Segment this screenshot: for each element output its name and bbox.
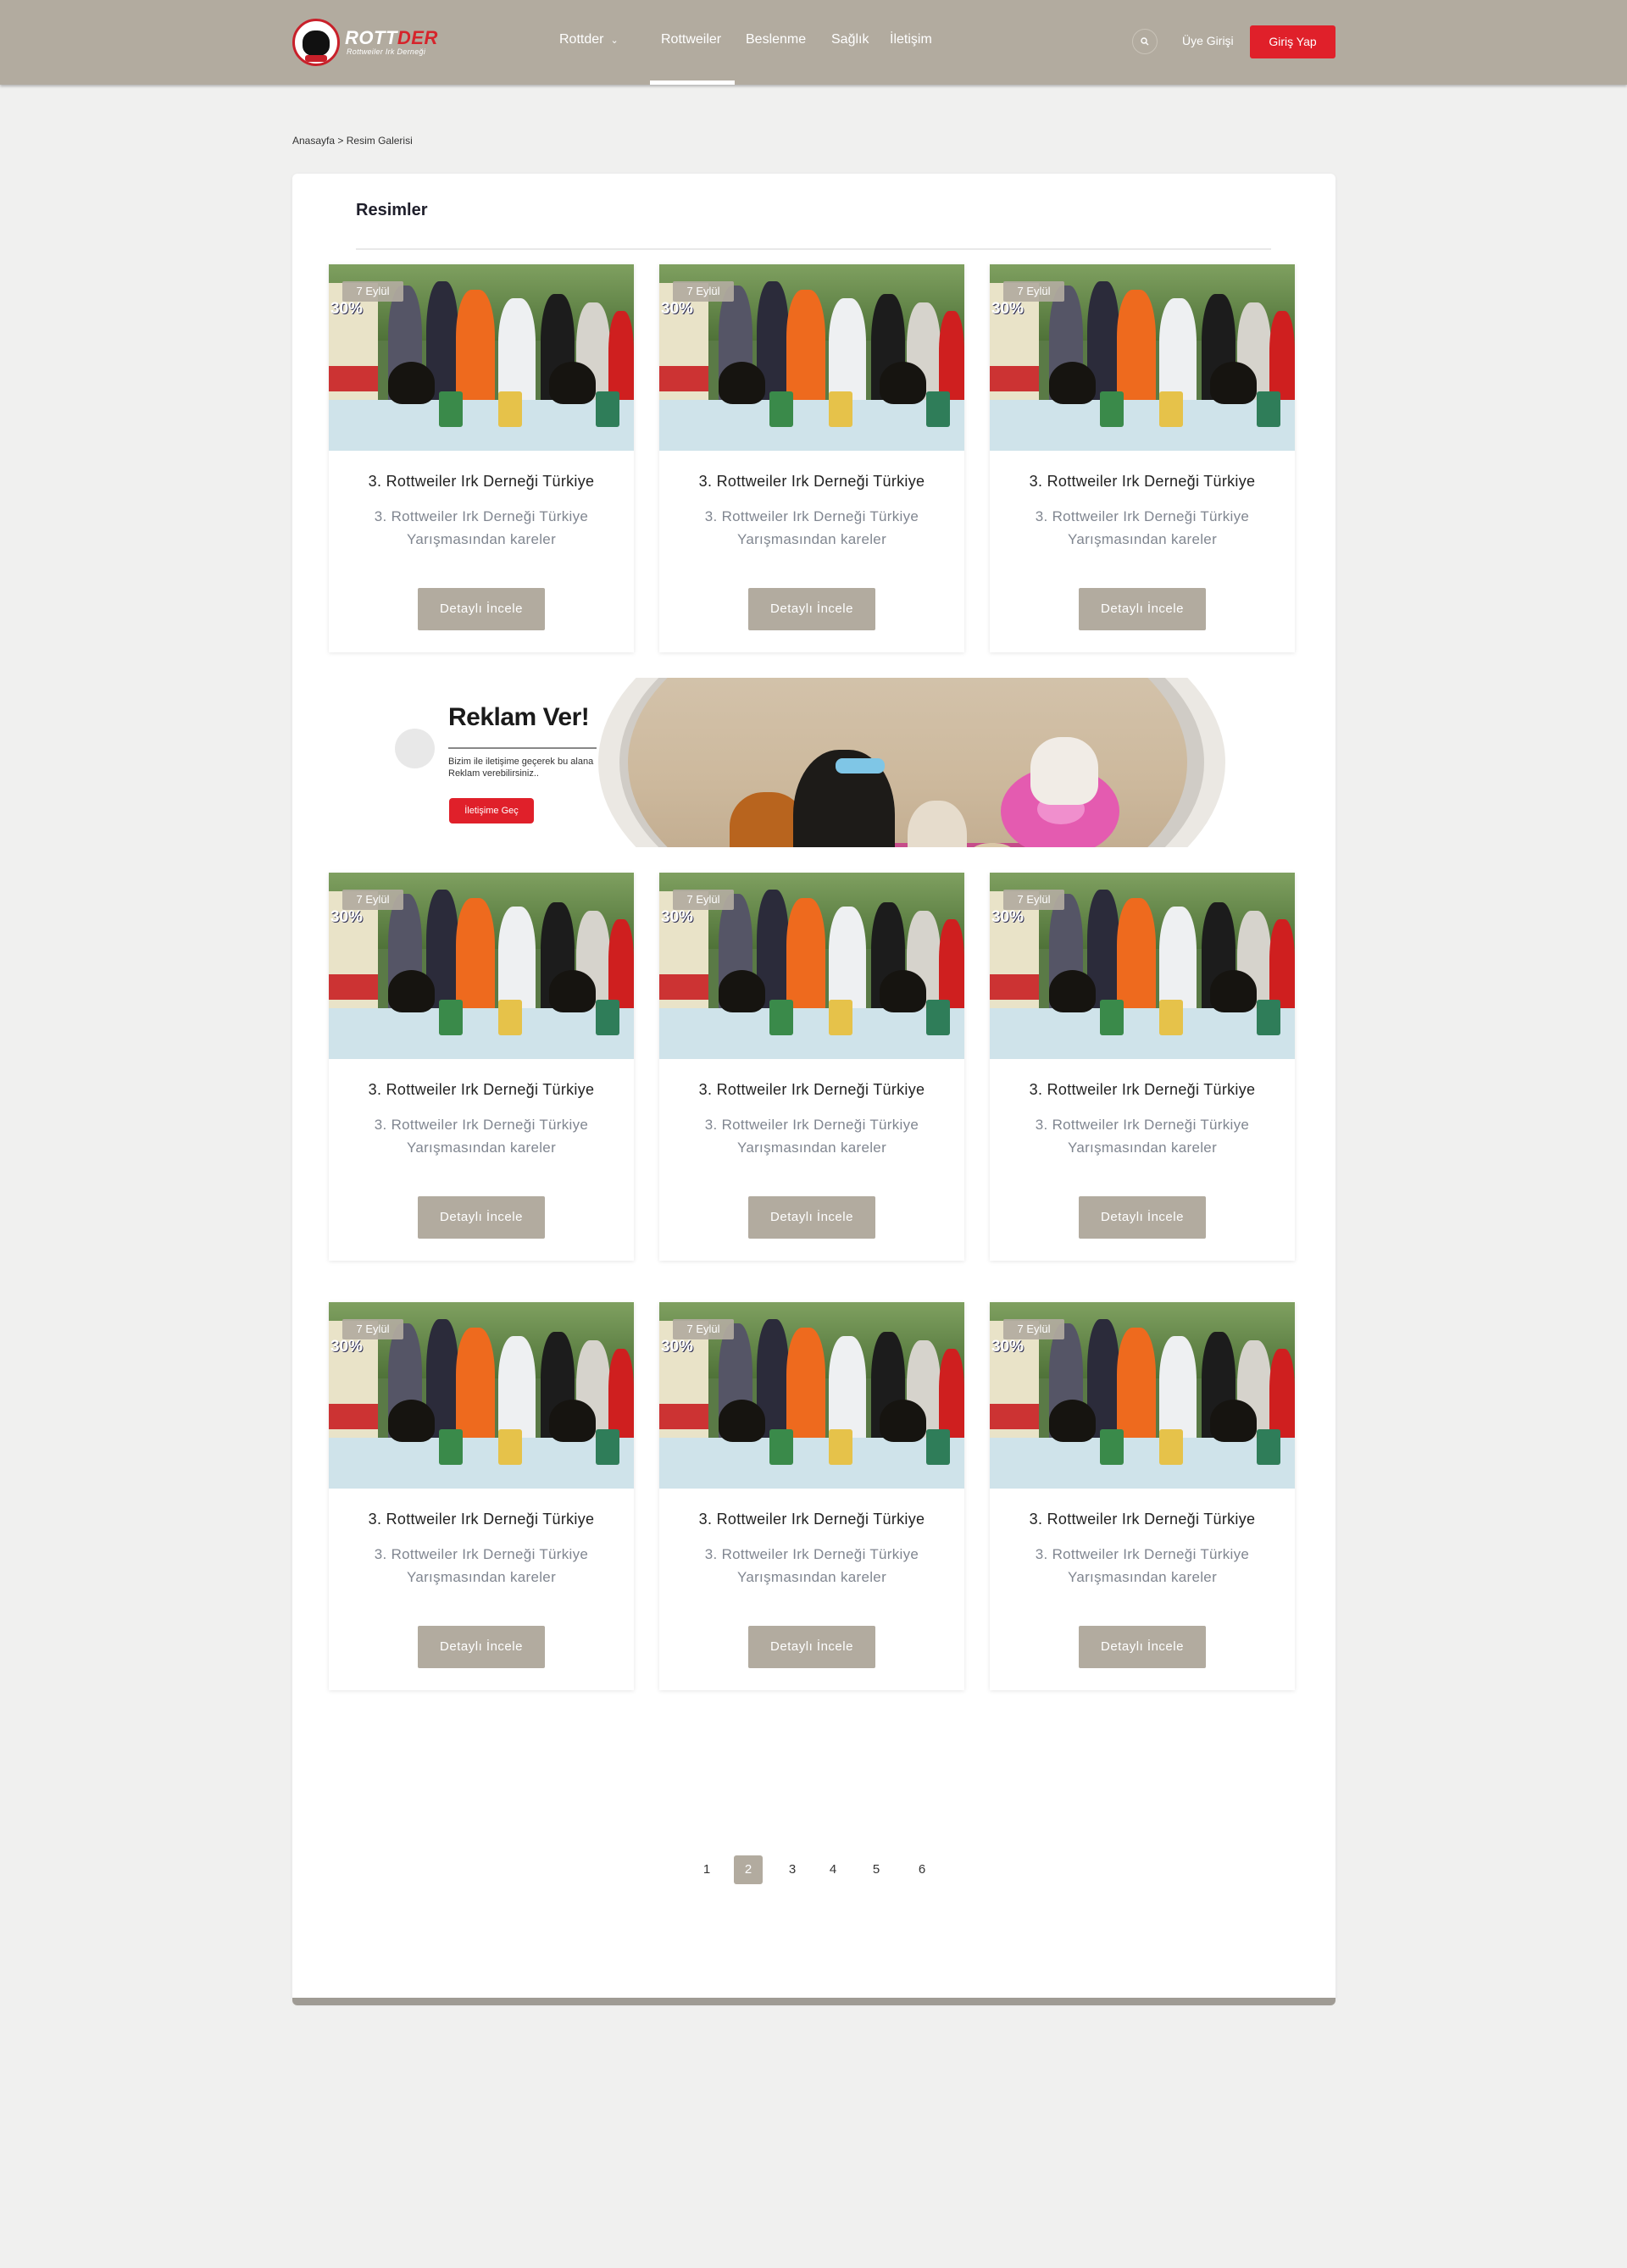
photo-overlay-text: 30% — [991, 300, 1025, 318]
gallery-item-description: 3. Rottweiler Irk Derneği Türkiye Yarışm… — [374, 508, 589, 547]
gallery-item-title[interactable]: 3. Rottweiler Irk Derneği Türkiye — [990, 473, 1295, 491]
date-badge: 7 Eylül — [1003, 281, 1064, 302]
site-header: ROTTDER Rottweiler Irk Derneği Rottder ⌄ … — [0, 0, 1627, 85]
search-button[interactable] — [1132, 29, 1158, 54]
detail-button[interactable]: Detaylı İncele — [748, 1626, 875, 1668]
gallery-photo[interactable]: 30% 7 Eylül — [329, 1302, 634, 1489]
detail-button[interactable]: Detaylı İncele — [1079, 1626, 1206, 1668]
section-title: Resimler — [356, 201, 428, 219]
gallery-photo[interactable]: 30% 7 Eylül — [659, 873, 964, 1059]
search-icon — [1141, 37, 1149, 46]
gallery-item-description: 3. Rottweiler Irk Derneği Türkiye Yarışm… — [1035, 508, 1250, 547]
gallery-item-title[interactable]: 3. Rottweiler Irk Derneği Türkiye — [329, 473, 634, 491]
detail-button[interactable]: Detaylı İncele — [418, 588, 545, 630]
page-link-1[interactable]: 1 — [692, 1855, 721, 1884]
nav-item-beslenme[interactable]: Beslenme — [746, 32, 806, 47]
detail-button[interactable]: Detaylı İncele — [1079, 1196, 1206, 1239]
gallery-item-title[interactable]: 3. Rottweiler Irk Derneği Türkiye — [329, 1081, 634, 1099]
nav-active-indicator — [650, 80, 735, 85]
nav-item-rottweiler[interactable]: Rottweiler — [661, 32, 721, 47]
date-badge: 7 Eylül — [673, 281, 734, 302]
gallery-item[interactable]: 30% 7 Eylül 3. Rottweiler Irk Derneği Türk… — [990, 1302, 1295, 1690]
page-link-3[interactable]: 3 — [778, 1855, 807, 1884]
breadcrumb: Anasayfa > Resim Galerisi — [292, 135, 413, 147]
member-login-link[interactable]: Üye Girişi — [1182, 34, 1234, 47]
site-logo[interactable]: ROTTDER Rottweiler Irk Derneği — [292, 17, 438, 68]
date-badge: 7 Eylül — [1003, 890, 1064, 910]
gallery-item[interactable]: 30% 7 Eylül 3. Rottweiler Irk Derneği Türk… — [329, 873, 634, 1261]
nav-item-iletisim[interactable]: İletişim — [890, 32, 932, 47]
page-link-4[interactable]: 4 — [819, 1855, 847, 1884]
photo-overlay-text: 30% — [661, 1338, 694, 1356]
detail-button[interactable]: Detaylı İncele — [418, 1196, 545, 1239]
gallery-item-title[interactable]: 3. Rottweiler Irk Derneği Türkiye — [329, 1511, 634, 1528]
detail-button[interactable]: Detaylı İncele — [748, 588, 875, 630]
detail-button[interactable]: Detaylı İncele — [748, 1196, 875, 1239]
photo-overlay-text: 30% — [991, 1338, 1025, 1356]
ad-dogs-image — [628, 678, 1187, 847]
logo-subtitle: Rottweiler Irk Derneği — [347, 47, 426, 56]
ad-banner[interactable]: Reklam Ver! Bizim ile iletişime geçerek … — [386, 678, 1251, 847]
ad-title: Reklam Ver! — [448, 703, 590, 731]
gallery-item-title[interactable]: 3. Rottweiler Irk Derneği Türkiye — [990, 1511, 1295, 1528]
gallery-item-description: 3. Rottweiler Irk Derneği Türkiye Yarışm… — [1035, 1546, 1250, 1585]
detail-button[interactable]: Detaylı İncele — [418, 1626, 545, 1668]
gallery-photo[interactable]: 30% 7 Eylül — [659, 1302, 964, 1489]
card-footer-bar — [292, 1998, 1335, 2005]
login-button[interactable]: Giriş Yap — [1250, 25, 1335, 58]
gallery-item-description: 3. Rottweiler Irk Derneği Türkiye Yarışm… — [704, 1117, 919, 1156]
gallery-item-title[interactable]: 3. Rottweiler Irk Derneği Türkiye — [659, 1511, 964, 1528]
gallery-item-title[interactable]: 3. Rottweiler Irk Derneği Türkiye — [659, 473, 964, 491]
gallery-photo[interactable]: 30% 7 Eylül — [990, 1302, 1295, 1489]
ad-text: Bizim ile iletişime geçerek bu alana Rek… — [448, 757, 594, 779]
logo-brand: ROTTDER — [345, 27, 438, 48]
section-divider — [356, 248, 1271, 250]
date-badge: 7 Eylül — [673, 890, 734, 910]
gallery-item-description: 3. Rottweiler Irk Derneği Türkiye Yarışm… — [1035, 1117, 1250, 1156]
gallery-card: Resimler 30% 7 Eylül 3. Rottweiler Irk Der… — [292, 174, 1335, 2004]
date-badge: 7 Eylül — [673, 1319, 734, 1339]
gallery-item[interactable]: 30% 7 Eylül 3. Rottweiler Irk Derneği Türk… — [329, 264, 634, 652]
breadcrumb-home[interactable]: Anasayfa — [292, 135, 335, 147]
gallery-item-description: 3. Rottweiler Irk Derneği Türkiye Yarışm… — [704, 508, 919, 547]
pagination: 1 2 3 4 5 6 — [292, 1855, 1335, 1889]
photo-overlay-text: 30% — [661, 300, 694, 318]
nav-item-rottder[interactable]: Rottder ⌄ — [559, 32, 619, 47]
gallery-item[interactable]: 30% 7 Eylül 3. Rottweiler Irk Derneği Türk… — [659, 264, 964, 652]
chevron-down-icon: ⌄ — [610, 36, 619, 46]
gallery-photo[interactable]: 30% 7 Eylül — [329, 873, 634, 1059]
gallery-photo[interactable]: 30% 7 Eylül — [990, 264, 1295, 451]
page-link-5[interactable]: 5 — [862, 1855, 891, 1884]
date-badge: 7 Eylül — [342, 890, 403, 910]
breadcrumb-current: Resim Galerisi — [346, 135, 413, 147]
page-link-2[interactable]: 2 — [734, 1855, 763, 1884]
gallery-item[interactable]: 30% 7 Eylül 3. Rottweiler Irk Derneği Türk… — [990, 264, 1295, 652]
date-badge: 7 Eylül — [1003, 1319, 1064, 1339]
gallery-item-title[interactable]: 3. Rottweiler Irk Derneği Türkiye — [990, 1081, 1295, 1099]
photo-overlay-text: 30% — [330, 908, 364, 926]
gallery-item[interactable]: 30% 7 Eylül 3. Rottweiler Irk Derneği Türk… — [329, 1302, 634, 1690]
photo-overlay-text: 30% — [991, 908, 1025, 926]
nav-item-saglik[interactable]: Sağlık — [831, 32, 869, 47]
ad-contact-button[interactable]: İletişime Geç — [449, 798, 534, 823]
date-badge: 7 Eylül — [342, 281, 403, 302]
gallery-item[interactable]: 30% 7 Eylül 3. Rottweiler Irk Derneği Türk… — [990, 873, 1295, 1261]
gallery-item-description: 3. Rottweiler Irk Derneği Türkiye Yarışm… — [374, 1546, 589, 1585]
gallery-item[interactable]: 30% 7 Eylül 3. Rottweiler Irk Derneği Türk… — [659, 873, 964, 1261]
gallery-photo[interactable]: 30% 7 Eylül — [659, 264, 964, 451]
gallery-item-title[interactable]: 3. Rottweiler Irk Derneği Türkiye — [659, 1081, 964, 1099]
rottweiler-logo-icon — [292, 19, 340, 66]
gallery-item-description: 3. Rottweiler Irk Derneği Türkiye Yarışm… — [704, 1546, 919, 1585]
date-badge: 7 Eylül — [342, 1319, 403, 1339]
gallery-item-description: 3. Rottweiler Irk Derneği Türkiye Yarışm… — [374, 1117, 589, 1156]
detail-button[interactable]: Detaylı İncele — [1079, 588, 1206, 630]
photo-overlay-text: 30% — [330, 300, 364, 318]
photo-overlay-text: 30% — [330, 1338, 364, 1356]
breadcrumb-separator: > — [337, 135, 344, 147]
gallery-item[interactable]: 30% 7 Eylül 3. Rottweiler Irk Derneği Türk… — [659, 1302, 964, 1690]
photo-overlay-text: 30% — [661, 908, 694, 926]
gallery-photo[interactable]: 30% 7 Eylül — [990, 873, 1295, 1059]
page-link-6[interactable]: 6 — [908, 1855, 936, 1884]
gallery-photo[interactable]: 30% 7 Eylül — [329, 264, 634, 451]
